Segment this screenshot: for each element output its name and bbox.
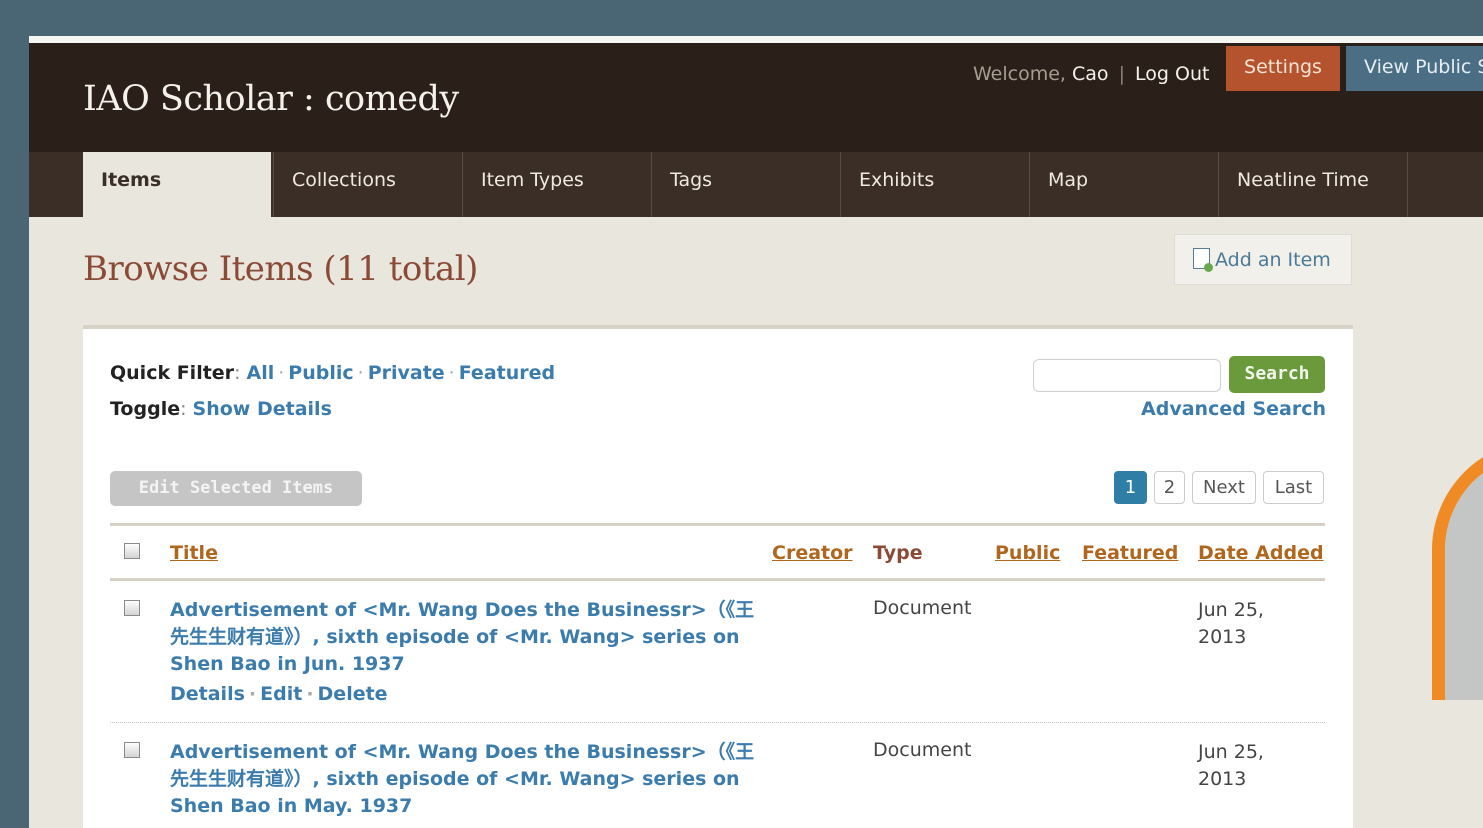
tab-item-types[interactable]: Item Types (462, 152, 650, 217)
quick-filter: Quick Filter: All · Public · Private · Feature… (110, 362, 556, 384)
add-item-label: Add an Item (1215, 249, 1331, 271)
tab-tags[interactable]: Tags (651, 152, 839, 217)
user-bar: Welcome, Cao | Log Out (973, 63, 1209, 85)
filter-featured-link[interactable]: Featured (459, 362, 555, 384)
next-page-button[interactable]: Next (1192, 471, 1256, 504)
row-actions: Details · Edit · Delete (170, 683, 388, 705)
item-title-link[interactable]: Advertisement of <Mr. Wang Does the Busi… (170, 597, 755, 678)
logout-link[interactable]: Log Out (1135, 63, 1209, 85)
sort-creator-link[interactable]: Creator (772, 542, 853, 564)
item-type: Document (873, 597, 972, 619)
filter-private-link[interactable]: Private (368, 362, 445, 384)
tab-overflow (1407, 152, 1483, 217)
type-column-header: Type (873, 542, 923, 564)
toggle-label: Toggle (110, 398, 181, 420)
select-all-checkbox[interactable] (124, 543, 140, 559)
sort-featured-link[interactable]: Featured (1082, 542, 1178, 564)
main-nav: Items Collections Item Types Tags Exhibi… (29, 152, 1483, 217)
row-checkbox[interactable] (124, 742, 140, 758)
search-input[interactable] (1033, 359, 1221, 392)
quick-filter-label: Quick Filter (110, 362, 235, 384)
row-checkbox[interactable] (124, 600, 140, 616)
item-date-added: Jun 25, 2013 (1198, 741, 1264, 790)
table-header: Title Creator Type Public Featured Date … (110, 523, 1325, 581)
item-title-link[interactable]: Advertisement of <Mr. Wang Does the Busi… (170, 739, 755, 820)
table-row: Advertisement of <Mr. Wang Does the Busi… (110, 581, 1325, 722)
edit-link[interactable]: Edit (260, 683, 302, 705)
show-details-link[interactable]: Show Details (193, 398, 332, 420)
view-public-site-button[interactable]: View Public S (1346, 46, 1483, 91)
settings-button[interactable]: Settings (1226, 46, 1340, 91)
page-title: Browse Items (11 total) (83, 249, 478, 289)
tab-map[interactable]: Map (1029, 152, 1217, 217)
filter-public-link[interactable]: Public (288, 362, 353, 384)
sort-date-added-link[interactable]: Date Added (1198, 542, 1324, 564)
add-item-button[interactable]: Add an Item (1174, 234, 1352, 285)
delete-link[interactable]: Delete (318, 683, 388, 705)
items-panel: Quick Filter: All · Public · Private · Feature… (83, 325, 1353, 828)
tab-neatline-time[interactable]: Neatline Time (1218, 152, 1406, 217)
edit-selected-items-button[interactable]: Edit Selected Items (110, 471, 362, 506)
add-document-icon (1193, 248, 1213, 272)
filter-all-link[interactable]: All (247, 362, 275, 384)
details-link[interactable]: Details (170, 683, 245, 705)
user-bar-separator: | (1118, 63, 1125, 85)
advanced-search-link[interactable]: Advanced Search (1141, 398, 1326, 420)
search-button[interactable]: Search (1229, 356, 1325, 393)
tab-collections[interactable]: Collections (273, 152, 461, 217)
item-type: Document (873, 739, 972, 761)
item-date-added: Jun 25, 2013 (1198, 599, 1264, 648)
tab-exhibits[interactable]: Exhibits (840, 152, 1028, 217)
sort-public-link[interactable]: Public (995, 542, 1060, 564)
site-title: IAO Scholar : comedy (83, 79, 459, 119)
site-header: IAO Scholar : comedy Welcome, Cao | Log … (29, 43, 1483, 152)
page-2-button[interactable]: 2 (1154, 471, 1185, 504)
table-row: Advertisement of <Mr. Wang Does the Busi… (110, 722, 1325, 828)
tab-items[interactable]: Items (83, 152, 271, 217)
welcome-text: Welcome, (973, 63, 1066, 85)
last-page-button[interactable]: Last (1263, 471, 1324, 504)
user-name-link[interactable]: Cao (1072, 63, 1109, 85)
toggle-details: Toggle: Show Details (110, 398, 332, 420)
sort-title-link[interactable]: Title (170, 542, 218, 564)
page-1-button[interactable]: 1 (1114, 471, 1147, 504)
admin-window: IAO Scholar : comedy Welcome, Cao | Log … (29, 36, 1483, 828)
